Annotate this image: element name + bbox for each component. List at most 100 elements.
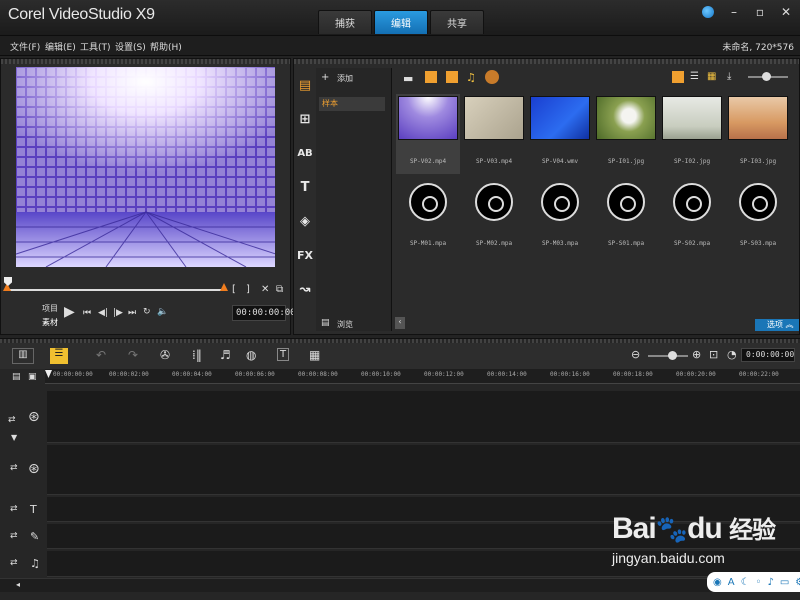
track-toggle-icon[interactable]: ⇄ <box>8 415 16 425</box>
sort-icon[interactable] <box>485 70 499 84</box>
volume-icon[interactable]: 🔈 <box>157 307 168 317</box>
thumb-sp-i02[interactable]: SP-I02.jpg <box>660 94 724 174</box>
chapter-point-icon[interactable]: ▣ <box>28 372 37 382</box>
thumbnail-size-knob[interactable] <box>762 72 771 81</box>
mode-clip-label[interactable]: 素材 <box>42 317 58 328</box>
ruler-label: 00:00:20:00 <box>676 371 716 378</box>
zoom-slider-knob[interactable] <box>668 351 677 360</box>
collapse-panel-icon[interactable]: ‹ <box>395 317 405 329</box>
browse-label[interactable]: 浏览 <box>337 319 353 330</box>
show-photo-icon[interactable] <box>446 71 458 83</box>
ime-logo-icon[interactable]: ◉ <box>713 577 722 588</box>
transition-icon[interactable]: AB <box>296 136 314 170</box>
track-manager-icon[interactable]: ▤ <box>12 372 21 382</box>
thumb-sp-v04[interactable]: SP-V04.wmv <box>528 94 592 174</box>
thumbnail-view-icon[interactable]: ▦ <box>707 71 716 82</box>
storyboard-view-icon[interactable]: ▥ <box>12 348 34 364</box>
instant-project-icon[interactable]: ⊞ <box>296 102 314 136</box>
scroll-left-icon[interactable]: ◂ <box>16 580 20 589</box>
sound-mixer-icon[interactable]: ⁞‖ <box>192 348 202 362</box>
mark-out-button[interactable]: ] <box>246 284 250 295</box>
preview-scrubber[interactable] <box>3 283 228 291</box>
list-view-icon[interactable] <box>672 71 684 83</box>
tab-edit[interactable]: 编辑 <box>374 10 428 34</box>
add-folder-icon[interactable]: + <box>321 72 329 83</box>
end-icon[interactable]: ⏭ <box>128 308 136 318</box>
split-clip-icon[interactable]: ✕ <box>261 284 269 295</box>
expand-track-icon[interactable]: ▼ <box>11 433 17 442</box>
thumb-sp-m03[interactable]: SP-M03.mpa <box>528 178 592 258</box>
thumb-sp-i03[interactable]: SP-I03.jpg <box>726 94 790 174</box>
previous-frame-icon[interactable]: ◀| <box>98 308 108 318</box>
overlay-track-lane[interactable] <box>47 445 800 495</box>
close-button[interactable]: ✕ <box>778 4 794 20</box>
tab-share[interactable]: 共享 <box>430 10 484 34</box>
thumbnail-size-slider[interactable] <box>748 72 788 81</box>
graphic-icon[interactable]: ◈ <box>296 204 314 238</box>
track-toggle-icon[interactable]: ⇄ <box>10 558 18 568</box>
auto-music-icon[interactable]: ♬ <box>220 348 231 362</box>
zoom-in-icon[interactable]: ⊕ <box>692 348 701 361</box>
track-toggle-icon[interactable]: ⇄ <box>10 531 18 541</box>
timeline-scrollbar[interactable]: ◂ <box>0 578 800 592</box>
subtitle-editor-icon[interactable]: T <box>277 348 290 361</box>
thumb-sp-s02[interactable]: SP-S02.mpa <box>660 178 724 258</box>
thumb-sp-s01[interactable]: SP-S01.mpa <box>594 178 658 258</box>
thumb-sp-m01[interactable]: SP-M01.mpa <box>396 178 460 258</box>
track-toggle-icon[interactable]: ⇄ <box>10 504 18 514</box>
media-icon[interactable]: ▤ <box>296 68 314 102</box>
options-button[interactable]: 选项 ︽ <box>755 319 799 331</box>
folder-icon[interactable]: ▬ <box>403 72 413 85</box>
browse-icon[interactable]: ▤ <box>321 318 330 328</box>
ime-mode-icon[interactable]: A <box>728 577 735 588</box>
title-icon[interactable]: T <box>296 170 314 204</box>
thumb-sp-v02[interactable]: SP-V02.mp4 <box>396 94 460 174</box>
menu-edit[interactable]: 编辑(E) <box>45 40 76 53</box>
zoom-out-icon[interactable]: ⊖ <box>631 348 640 361</box>
keyboard-icon[interactable]: ▭ <box>780 577 789 588</box>
menu-settings[interactable]: 设置(S) <box>115 40 146 53</box>
settings-icon[interactable]: ⚙ <box>795 577 800 588</box>
thumb-sp-v03[interactable]: SP-V03.mp4 <box>462 94 526 174</box>
show-audio-icon[interactable]: ♫ <box>466 71 476 84</box>
thumb-sp-i01[interactable]: SP-I01.jpg <box>594 94 658 174</box>
next-frame-icon[interactable]: |▶ <box>113 308 123 318</box>
punctuation-icon[interactable]: ◦ <box>756 577 762 588</box>
show-video-icon[interactable] <box>425 71 437 83</box>
undo-icon[interactable]: ↶ <box>96 348 106 362</box>
add-folder-label[interactable]: 添加 <box>337 73 353 84</box>
mic-icon[interactable]: ♪ <box>767 577 773 588</box>
fit-project-icon[interactable]: ⊡ <box>709 348 718 361</box>
track-toggle-icon[interactable]: ⇄ <box>10 463 18 473</box>
timeline-timecode[interactable]: 0:00:00:00 <box>741 348 795 362</box>
mode-project-label[interactable]: 项目 <box>42 303 58 314</box>
filter-icon[interactable]: FX <box>296 238 314 272</box>
thumb-sp-m02[interactable]: SP-M02.mpa <box>462 178 526 258</box>
record-capture-icon[interactable]: ✇ <box>160 348 170 362</box>
home-icon[interactable]: ⏮ <box>83 308 91 318</box>
details-view-icon[interactable]: ☰ <box>690 71 699 82</box>
play-icon[interactable]: ▶ <box>64 304 75 320</box>
zoom-slider[interactable] <box>648 351 688 360</box>
menu-help[interactable]: 帮助(H) <box>150 40 182 53</box>
thumb-sp-s03[interactable]: SP-S03.mpa <box>726 178 790 258</box>
timeline-view-icon[interactable]: ☰ <box>50 348 68 364</box>
moon-icon[interactable]: ☾ <box>741 577 750 588</box>
folder-item-samples[interactable]: 样本 <box>319 97 385 111</box>
mark-in-button[interactable]: [ <box>232 284 236 295</box>
redo-icon[interactable]: ↷ <box>128 348 138 362</box>
globe-icon[interactable] <box>700 4 716 20</box>
tab-capture[interactable]: 捕获 <box>318 10 372 34</box>
maximize-button[interactable]: ▫ <box>752 4 768 20</box>
preview-timecode[interactable]: 00:00:00:00 <box>232 305 296 321</box>
path-icon[interactable]: ↝ <box>296 272 314 306</box>
repeat-icon[interactable]: ↻ <box>143 307 151 317</box>
menu-file[interactable]: 文件(F) <box>10 40 40 53</box>
minimize-button[interactable]: – <box>726 4 742 20</box>
multi-camera-icon[interactable]: ▦ <box>309 348 320 362</box>
video-track-lane[interactable] <box>47 391 800 443</box>
motion-tracking-icon[interactable]: ◍ <box>246 348 256 362</box>
import-icon[interactable]: ⤓ <box>727 71 731 82</box>
copy-icon[interactable]: ⧉ <box>276 284 283 295</box>
menu-tools[interactable]: 工具(T) <box>80 40 111 53</box>
